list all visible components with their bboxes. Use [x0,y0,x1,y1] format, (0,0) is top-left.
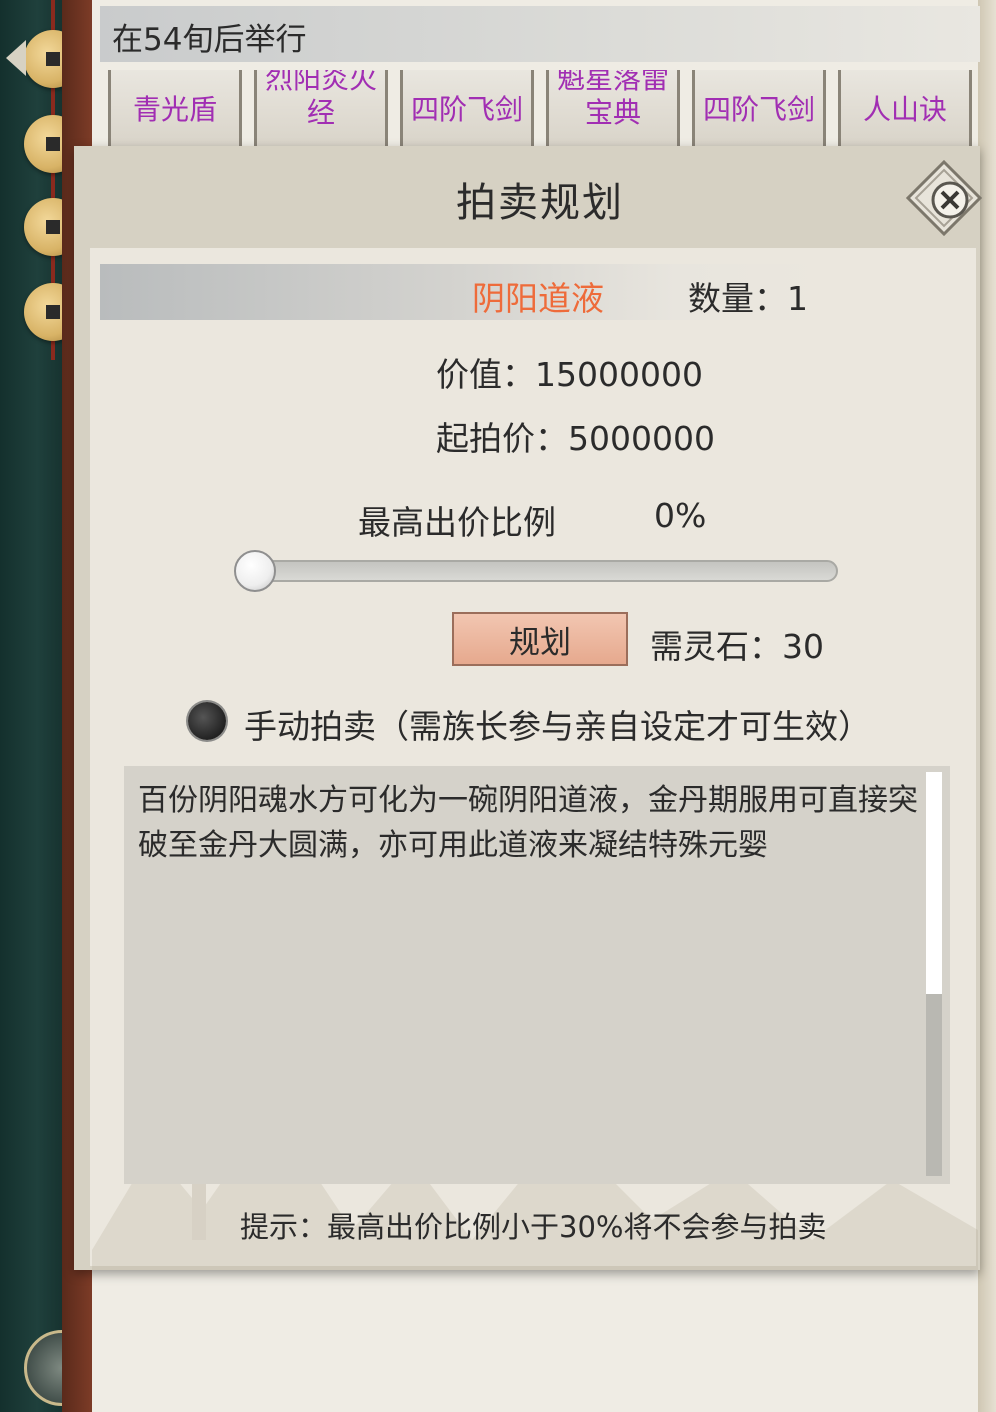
tab-item[interactable]: 四阶飞剑 [692,70,826,150]
starting-price: 起拍价：5000000 [436,419,715,458]
tab-item[interactable]: 烈阳炎火经 [254,70,388,150]
spirit-stone-cost: 需灵石：30 [650,627,824,666]
auction-time-text: 在54旬后举行 [112,22,307,58]
manual-auction-label: 手动拍卖（需族长参与亲自设定才可生效） [244,707,871,746]
bid-ratio-value: 0% [654,496,707,535]
item-value: 价值：15000000 [436,355,703,394]
item-tabs: 青光盾 烈阳炎火经 四阶飞剑 魁星落雷 宝典 四阶飞剑 人山诀 [108,70,978,150]
tab-label-line2: 经 [306,96,335,129]
close-icon[interactable] [906,160,982,236]
tab-label-line2: 宝典 [584,96,641,129]
tab-label: 人山诀 [862,93,947,126]
hint-text: 提示：最高出价比例小于30%将不会参与拍卖 [240,1210,827,1244]
plan-button[interactable]: 规划 [452,612,628,666]
manual-auction-radio[interactable] [188,702,226,740]
scrollbar-thumb[interactable] [926,772,942,994]
item-quantity: 数量：1 [688,279,808,318]
tab-label: 烈阳炎火 [264,70,377,95]
tab-label: 青光盾 [132,93,217,126]
item-name: 阴阳道液 [472,279,604,318]
tab-label: 四阶飞剑 [702,93,815,126]
back-arrow-icon[interactable] [6,40,26,76]
tab-item[interactable]: 青光盾 [108,70,242,150]
tab-item[interactable]: 四阶飞剑 [400,70,534,150]
dialog-title: 拍卖规划 [456,180,624,226]
tab-label: 魁星落雷 [556,70,669,95]
tab-item[interactable]: 魁星落雷 宝典 [546,70,680,150]
bid-ratio-slider[interactable] [252,560,838,582]
tab-item[interactable]: 人山诀 [838,70,972,150]
item-description: 百份阴阳魂水方可化为一碗阴阳道液，金丹期服用可直接突破至金丹大圆满，亦可用此道液… [138,783,918,863]
tab-label: 四阶飞剑 [410,93,523,126]
slider-handle[interactable] [234,550,276,592]
bid-ratio-label: 最高出价比例 [358,503,556,542]
